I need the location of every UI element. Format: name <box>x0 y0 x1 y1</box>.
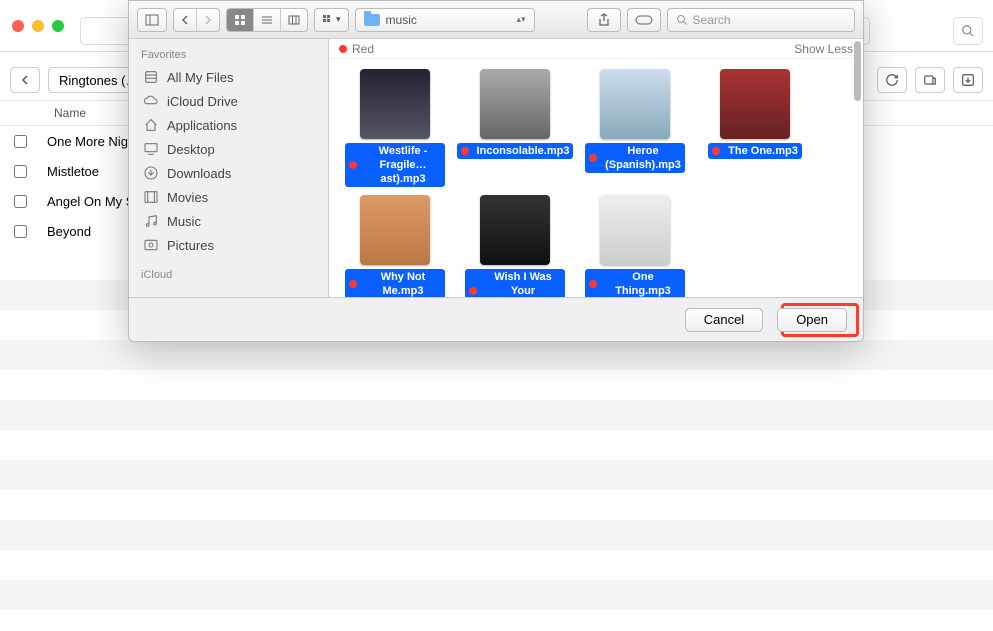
row-checkbox[interactable] <box>14 225 27 238</box>
list-icon <box>261 14 273 26</box>
file-grid: Westlife - Fragile…ast).mp3 Inconsolable… <box>329 59 863 297</box>
search-button[interactable] <box>953 17 983 45</box>
file-item[interactable]: Heroe (Spanish).mp3 <box>585 69 685 187</box>
dialog-footer: Cancel Open <box>129 297 863 341</box>
file-label: Inconsolable.mp3 <box>457 143 574 159</box>
row-checkbox[interactable] <box>14 135 27 148</box>
file-thumbnail <box>720 69 790 139</box>
tag-label: Red <box>352 42 374 56</box>
refresh-button[interactable] <box>877 67 907 93</box>
zoom-icon[interactable] <box>52 20 64 32</box>
grid-icon <box>234 14 246 26</box>
cancel-button[interactable]: Cancel <box>685 308 763 332</box>
tag-header: Red Show Less <box>329 39 863 59</box>
sidebar-item-desktop[interactable]: Desktop <box>129 137 328 161</box>
file-item[interactable]: Why Not Me.mp3 <box>345 195 445 297</box>
file-label: One Thing.mp3 <box>585 269 685 297</box>
sidebar-item-downloads[interactable]: Downloads <box>129 161 328 185</box>
columns-icon <box>288 14 300 26</box>
sidebar-icon <box>145 14 159 26</box>
arrange-icon <box>322 14 336 26</box>
file-item[interactable]: One Thing.mp3 <box>585 195 685 297</box>
desktop-icon <box>143 141 159 157</box>
arrange-seg[interactable]: ▾ <box>314 8 349 32</box>
folder-icon <box>364 14 380 26</box>
tag-icon <box>635 15 653 25</box>
refresh-icon <box>885 73 899 87</box>
scrollbar[interactable] <box>854 41 861 101</box>
search-icon <box>961 24 975 38</box>
movies-icon <box>143 189 159 205</box>
file-label: Wish I Was Your Lover.mp3 <box>465 269 565 297</box>
col-name[interactable]: Name <box>40 106 100 120</box>
nav-seg[interactable] <box>173 8 220 32</box>
minimize-icon[interactable] <box>32 20 44 32</box>
red-tag-icon <box>339 45 347 53</box>
view-seg[interactable] <box>226 8 308 32</box>
file-label: Westlife - Fragile…ast).mp3 <box>345 143 445 187</box>
nav-back[interactable] <box>174 9 197 31</box>
applications-icon <box>143 117 159 133</box>
file-thumbnail <box>360 195 430 265</box>
nav-fwd[interactable] <box>197 9 219 31</box>
file-thumbnail <box>360 69 430 139</box>
import-button[interactable] <box>953 67 983 93</box>
search-placeholder: Search <box>693 13 731 27</box>
arrange-button[interactable]: ▾ <box>315 9 348 31</box>
share-icon <box>598 13 610 27</box>
pictures-icon <box>143 237 159 253</box>
file-label: Why Not Me.mp3 <box>345 269 445 297</box>
close-icon[interactable] <box>12 20 24 32</box>
view-columns[interactable] <box>281 9 307 31</box>
chevron-right-icon <box>204 15 212 25</box>
sidebar-item-icloud-drive[interactable]: iCloud Drive <box>129 89 328 113</box>
row-checkbox[interactable] <box>14 195 27 208</box>
path-label: music <box>386 13 417 27</box>
file-label: The One.mp3 <box>708 143 802 159</box>
all-files-icon <box>143 69 159 85</box>
view-list[interactable] <box>254 9 281 31</box>
export-button[interactable] <box>915 67 945 93</box>
sidebar-item-movies[interactable]: Movies <box>129 185 328 209</box>
chevron-left-icon <box>20 75 30 85</box>
search-icon <box>676 14 688 26</box>
open-file-dialog: ▾ music ▴▾ Search Favorites All My Files… <box>128 0 864 342</box>
file-label: Heroe (Spanish).mp3 <box>585 143 685 173</box>
row-checkbox[interactable] <box>14 165 27 178</box>
tags-button[interactable] <box>627 8 661 32</box>
share-button[interactable] <box>587 8 621 32</box>
path-popup[interactable]: music ▴▾ <box>355 8 535 32</box>
file-item[interactable]: Wish I Was Your Lover.mp3 <box>465 195 565 297</box>
file-thumbnail <box>480 69 550 139</box>
back-button[interactable] <box>10 67 40 93</box>
import-icon <box>961 73 975 87</box>
view-icons[interactable] <box>227 9 254 31</box>
export-icon <box>923 73 937 87</box>
file-item[interactable]: The One.mp3 <box>705 69 805 187</box>
file-item[interactable]: Westlife - Fragile…ast).mp3 <box>345 69 445 187</box>
dialog-toolbar: ▾ music ▴▾ Search <box>129 1 863 39</box>
sidebar-heading-favorites: Favorites <box>129 45 328 65</box>
file-thumbnail <box>480 195 550 265</box>
sidebar-item-pictures[interactable]: Pictures <box>129 233 328 257</box>
sidebar-item-all-my-files[interactable]: All My Files <box>129 65 328 89</box>
downloads-icon <box>143 165 159 181</box>
chevron-left-icon <box>181 15 189 25</box>
music-icon <box>143 213 159 229</box>
file-item[interactable]: Inconsolable.mp3 <box>465 69 565 187</box>
cloud-icon <box>143 93 159 109</box>
sidebar: Favorites All My Files iCloud Drive Appl… <box>129 39 329 297</box>
file-thumbnail <box>600 69 670 139</box>
sidebar-toggle[interactable] <box>137 8 167 32</box>
sidebar-item-applications[interactable]: Applications <box>129 113 328 137</box>
sidebar-heading-icloud: iCloud <box>129 265 328 285</box>
open-button[interactable]: Open <box>777 308 847 332</box>
search-field[interactable]: Search <box>667 8 855 32</box>
show-less-button[interactable]: Show Less <box>794 42 853 56</box>
window-controls[interactable] <box>12 20 64 32</box>
file-thumbnail <box>600 195 670 265</box>
file-browser: Red Show Less Westlife - Fragile…ast).mp… <box>329 39 863 297</box>
sidebar-item-music[interactable]: Music <box>129 209 328 233</box>
